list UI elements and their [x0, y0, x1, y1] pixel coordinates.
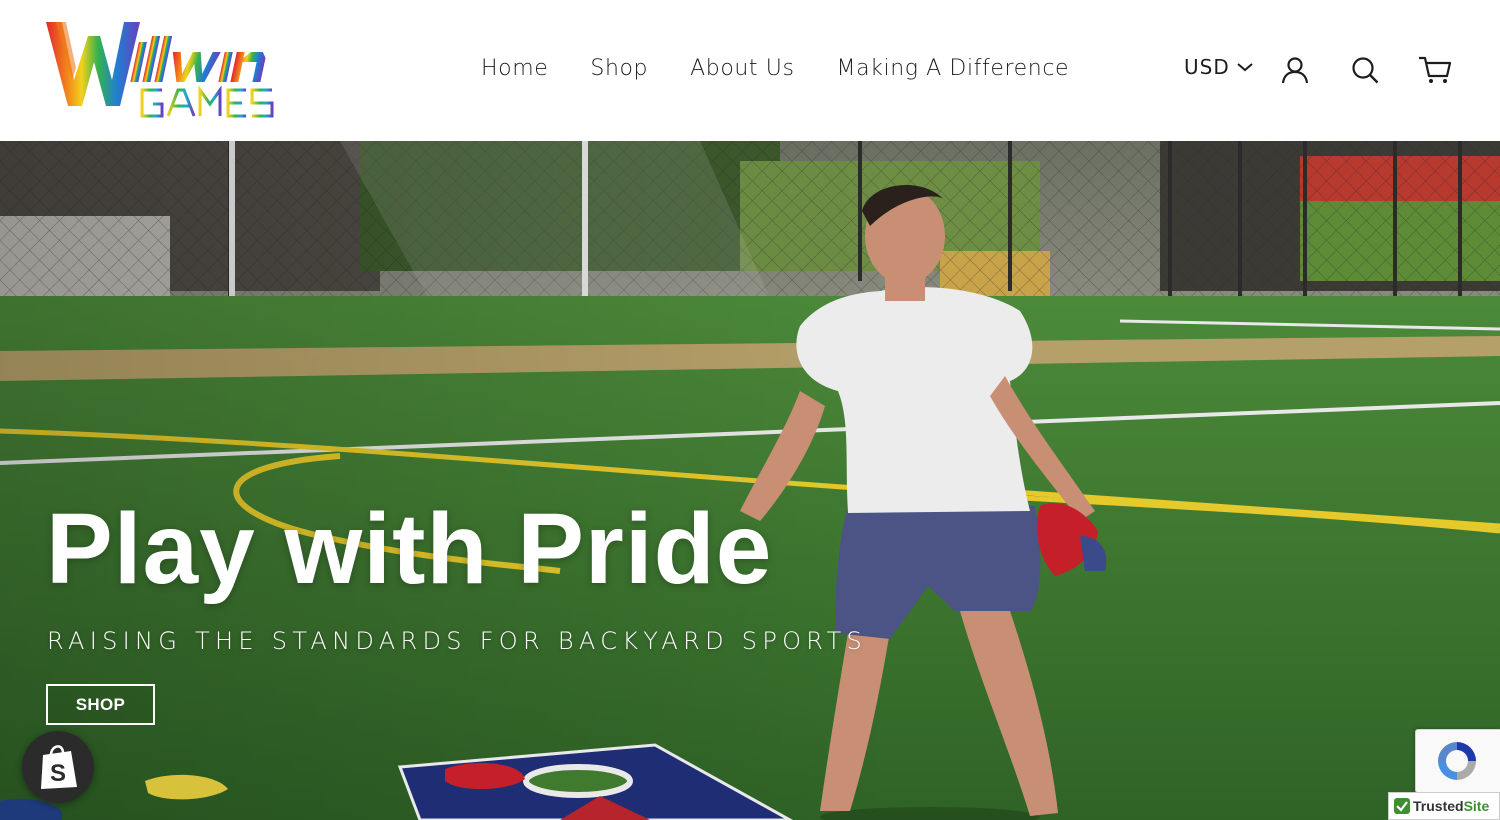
- nav-home[interactable]: Home: [460, 52, 569, 88]
- site-header: Home Shop About Us Making A Difference U…: [0, 0, 1500, 141]
- svg-text:S: S: [50, 760, 66, 787]
- nav-shop[interactable]: Shop: [569, 52, 669, 88]
- account-button[interactable]: [1275, 50, 1315, 90]
- hero-background-image: [0, 141, 1500, 820]
- cart-icon: [1419, 56, 1452, 83]
- nav-making-a-difference[interactable]: Making A Difference: [816, 52, 1091, 88]
- nav-about-us[interactable]: About Us: [669, 52, 815, 88]
- recaptcha-badge[interactable]: [1415, 729, 1500, 793]
- search-button[interactable]: [1345, 50, 1385, 90]
- hero-subtitle: RAISING THE STANDARDS FOR BACKYARD SPORT…: [47, 627, 868, 655]
- willwin-games-logo[interactable]: [44, 18, 274, 120]
- checkmark-icon: [1394, 798, 1410, 814]
- search-icon: [1352, 57, 1379, 84]
- account-icon: [1281, 57, 1309, 84]
- hero-shop-button[interactable]: SHOP: [46, 684, 155, 725]
- hero-title: Play with Pride: [46, 493, 773, 605]
- trustedsite-badge[interactable]: Trusted Site: [1388, 792, 1500, 820]
- cart-button[interactable]: [1415, 50, 1455, 90]
- hero-banner: Play with Pride RAISING THE STANDARDS FO…: [0, 141, 1500, 820]
- main-nav: Home Shop About Us Making A Difference: [460, 52, 1090, 88]
- recaptcha-icon: [1438, 742, 1476, 780]
- chevron-down-icon: [1237, 63, 1253, 72]
- shopify-chat-button[interactable]: S: [22, 731, 94, 803]
- currency-label: USD: [1184, 55, 1230, 79]
- trusted-label: Trusted: [1413, 798, 1464, 814]
- currency-selector[interactable]: USD: [1184, 55, 1254, 79]
- shopify-bag-icon: S: [41, 745, 77, 789]
- site-label: Site: [1463, 798, 1490, 814]
